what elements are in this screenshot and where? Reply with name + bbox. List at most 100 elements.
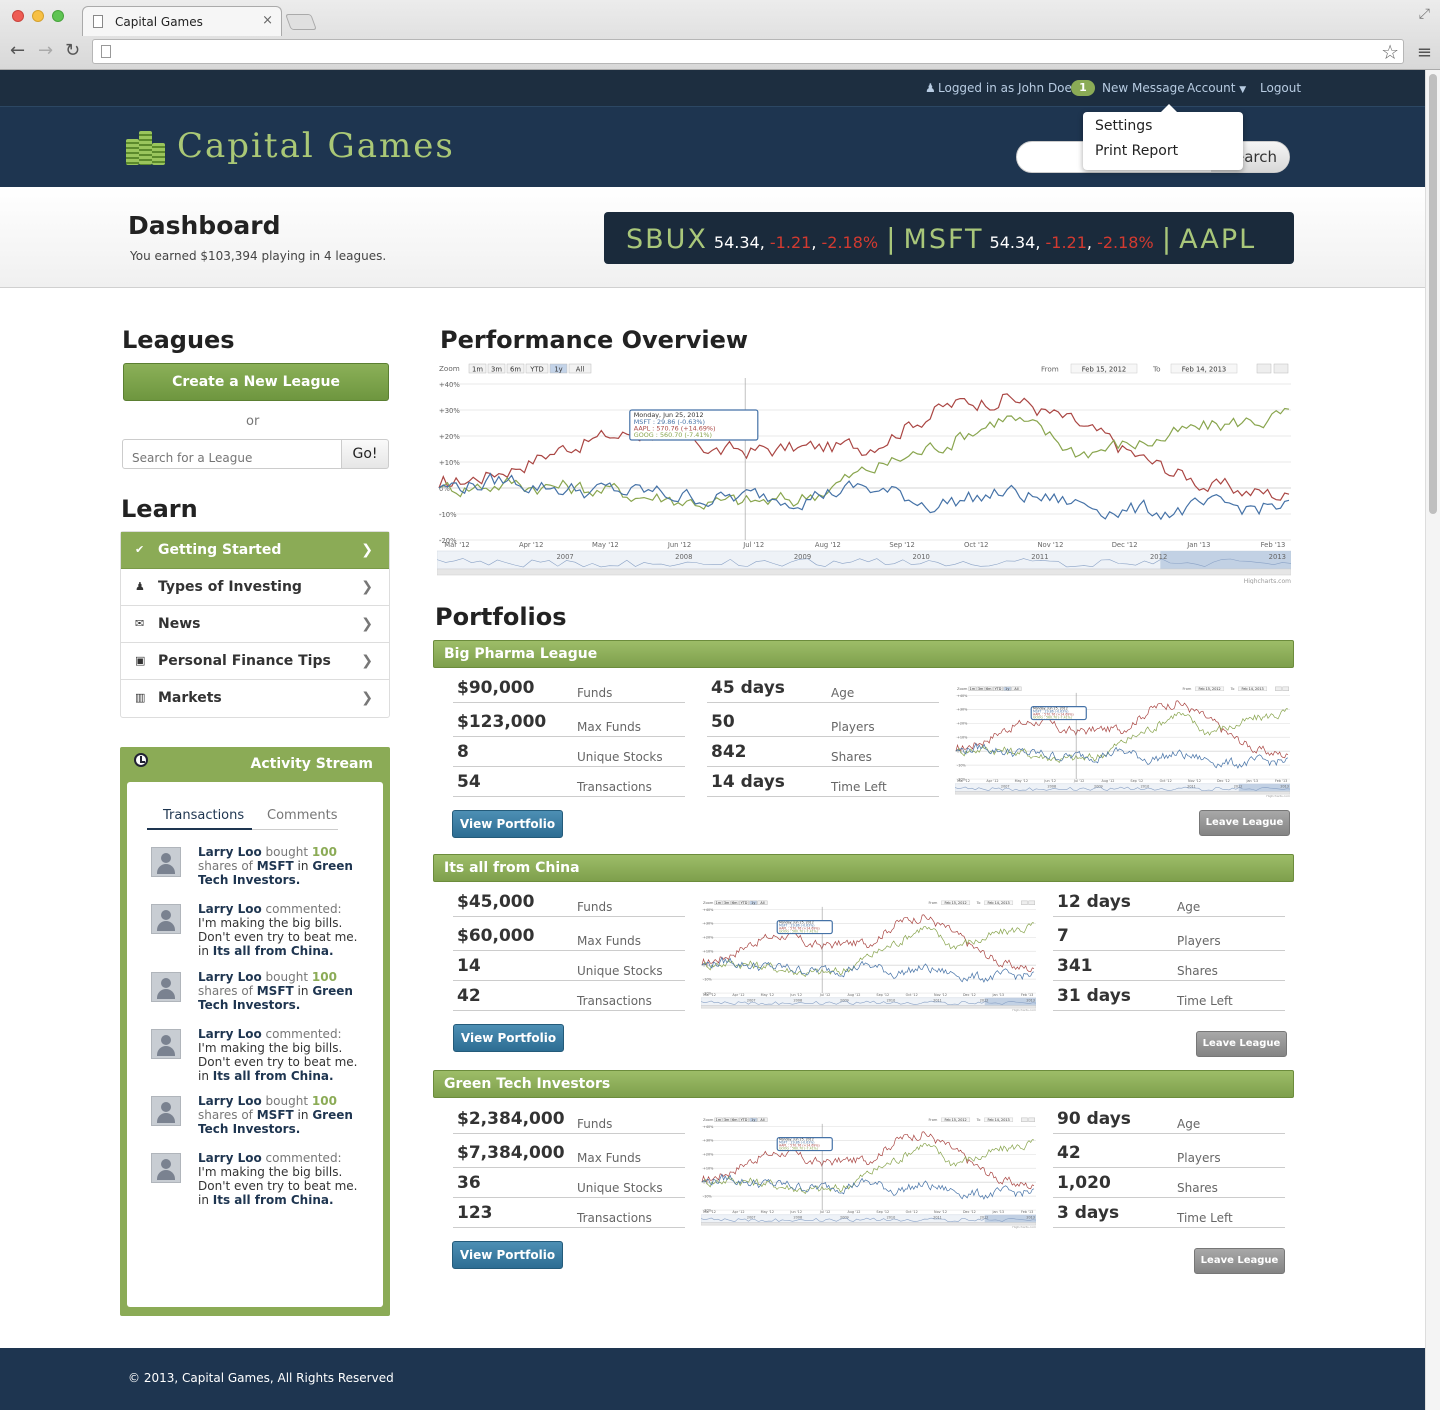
learn-item-markets[interactable]: ▥ Markets ❯ xyxy=(121,680,389,717)
x-tick-label: Feb '13 xyxy=(1021,993,1033,997)
portfolio-mini-chart[interactable]: Zoom 1m 3m 6m YTD 1y All From Feb 15, 2012 To Feb … xyxy=(701,900,1036,1012)
account-dropdown: Settings Print Report xyxy=(1083,104,1243,170)
to-label: To xyxy=(1230,687,1235,691)
activity-text-part: in xyxy=(297,859,309,873)
avatar[interactable] xyxy=(151,904,181,934)
to-date: Feb 14, 2013 xyxy=(987,901,1009,905)
activity-league-link[interactable]: Its all from China. xyxy=(213,1069,334,1083)
learn-item-news[interactable]: ✉ News ❯ xyxy=(121,606,389,643)
page-scrollbar[interactable] xyxy=(1425,70,1440,1410)
user-icon: ♟ xyxy=(925,81,936,95)
zoom-button-label: 1m xyxy=(716,1118,722,1122)
forward-icon[interactable]: → xyxy=(38,40,53,61)
activity-league-link[interactable]: Its all from China. xyxy=(213,1193,334,1207)
stat-value: 50 xyxy=(711,712,735,732)
stat-players: 42 Players xyxy=(1053,1138,1285,1168)
portfolio-title-bar[interactable]: Green Tech Investors xyxy=(433,1070,1294,1098)
export-chart-icon[interactable] xyxy=(1028,900,1035,905)
leave-league-button[interactable]: Leave League xyxy=(1199,810,1290,836)
view-portfolio-button[interactable]: View Portfolio xyxy=(453,1024,564,1052)
go-button[interactable]: Go! xyxy=(341,439,389,469)
leave-league-button[interactable]: Leave League xyxy=(1196,1031,1287,1057)
address-bar[interactable]: ☆ xyxy=(92,39,1404,64)
activity-verb: commented: xyxy=(265,1027,342,1041)
leave-league-button[interactable]: Leave League xyxy=(1194,1248,1285,1274)
league-search-input[interactable] xyxy=(122,439,342,469)
print-chart-icon[interactable] xyxy=(1275,686,1282,691)
scrollbar-thumb[interactable] xyxy=(1429,74,1437,514)
learn-item-getting-started[interactable]: ✔ Getting Started ❯ xyxy=(121,532,389,569)
activity-user-link[interactable]: Larry Loo xyxy=(198,970,262,984)
activity-text: Larry Loo commented: I'm making the big … xyxy=(198,902,368,958)
navigator-label: 2009 xyxy=(794,553,811,561)
tab-close-icon[interactable]: × xyxy=(262,13,273,28)
portfolio-title-bar[interactable]: Big Pharma League xyxy=(433,640,1294,668)
zoom-button-label: YTD xyxy=(741,901,748,905)
stat-funds: $45,000 Funds xyxy=(453,887,685,917)
tab-comments[interactable]: Comments xyxy=(267,808,337,823)
learn-item-types-of-investing[interactable]: ♟ Types of Investing ❯ xyxy=(121,569,389,606)
portfolio-title-bar[interactable]: Its all from China xyxy=(433,854,1294,882)
activity-user-link[interactable]: Larry Loo xyxy=(198,902,262,916)
print-chart-icon[interactable] xyxy=(1256,363,1272,374)
settings-menu-item[interactable]: Settings xyxy=(1095,118,1152,134)
avatar[interactable] xyxy=(151,1096,181,1126)
portfolio-mini-chart[interactable]: Zoom 1m 3m 6m YTD 1y All From Feb 15, 2012 To Feb … xyxy=(701,1117,1036,1229)
stat-max-funds: $7,384,000 Max Funds xyxy=(453,1138,685,1168)
activity-user-link[interactable]: Larry Loo xyxy=(198,1027,262,1041)
print-chart-icon[interactable] xyxy=(1021,1117,1028,1122)
browser-tab[interactable]: Capital Games × xyxy=(82,6,282,36)
learn-item-label: Types of Investing xyxy=(158,579,302,595)
tab-transactions[interactable]: Transactions xyxy=(163,808,244,823)
learn-item-personal-finance-tips[interactable]: ▣ Personal Finance Tips ❯ xyxy=(121,643,389,680)
logout-link[interactable]: Logout xyxy=(1260,81,1301,95)
x-tick-label: Oct '12 xyxy=(1160,779,1172,783)
maximize-window-icon[interactable] xyxy=(52,10,64,22)
activity-stock-link[interactable]: MSFT xyxy=(257,859,294,873)
avatar[interactable] xyxy=(151,1029,181,1059)
view-portfolio-button[interactable]: View Portfolio xyxy=(452,810,563,838)
bookmark-star-icon[interactable]: ☆ xyxy=(1381,40,1399,64)
new-message-link[interactable]: New Message xyxy=(1102,81,1185,95)
x-tick-label: Oct '12 xyxy=(964,541,988,549)
avatar[interactable] xyxy=(151,847,181,877)
activity-stock-link[interactable]: MSFT xyxy=(257,1108,294,1122)
stat-label: Max Funds xyxy=(577,1151,641,1165)
export-chart-icon[interactable] xyxy=(1028,1117,1035,1122)
close-window-icon[interactable] xyxy=(12,10,24,22)
activity-user-link[interactable]: Larry Loo xyxy=(198,845,262,859)
stat-label: Transactions xyxy=(577,780,652,794)
message-count-badge[interactable]: 1 xyxy=(1071,80,1095,96)
export-chart-icon[interactable] xyxy=(1273,363,1289,374)
view-portfolio-button[interactable]: View Portfolio xyxy=(452,1241,563,1269)
reload-icon[interactable]: ↻ xyxy=(65,40,80,61)
activity-stock-link[interactable]: MSFT xyxy=(257,984,294,998)
stat-value: $60,000 xyxy=(457,926,535,946)
logo-text[interactable]: Capital Games xyxy=(177,126,455,166)
back-icon[interactable]: ← xyxy=(10,40,25,61)
x-tick-label: Oct '12 xyxy=(906,993,918,997)
minimize-window-icon[interactable] xyxy=(32,10,44,22)
print-report-menu-item[interactable]: Print Report xyxy=(1095,143,1178,159)
activity-user-link[interactable]: Larry Loo xyxy=(198,1151,262,1165)
line-chart: Zoom 1m 3m 6m YTD 1y All From Feb 15, 2012 To Feb … xyxy=(701,1117,1036,1229)
y-tick-label: +10% xyxy=(439,459,460,467)
activity-user-link[interactable]: Larry Loo xyxy=(198,1094,262,1108)
portfolio-mini-chart[interactable]: Zoom 1m 3m 6m YTD 1y All From Feb 15, 2012 To Feb … xyxy=(955,686,1290,798)
account-menu[interactable]: Account ▼ xyxy=(1187,81,1246,95)
x-tick-label: Apr '12 xyxy=(986,779,998,783)
x-tick-label: Jan '13 xyxy=(991,993,1004,997)
stat-value: 42 xyxy=(1057,1143,1081,1163)
create-league-button[interactable]: Create a New League xyxy=(123,363,389,401)
avatar[interactable] xyxy=(151,972,181,1002)
avatar[interactable] xyxy=(151,1153,181,1183)
browser-menu-icon[interactable]: ≡ xyxy=(1417,42,1432,63)
fullscreen-icon[interactable]: ⤢ xyxy=(1419,6,1430,22)
new-tab-button[interactable] xyxy=(285,14,317,30)
stat-transactions: 54 Transactions xyxy=(453,767,685,797)
performance-chart[interactable]: Zoom 1m 3m 6m YTD 1y All From Feb 15, 2012 To Feb … xyxy=(437,362,1291,584)
x-tick-label: Jul '12 xyxy=(742,541,764,549)
export-chart-icon[interactable] xyxy=(1282,686,1289,691)
activity-league-link[interactable]: Its all from China. xyxy=(213,944,334,958)
print-chart-icon[interactable] xyxy=(1021,900,1028,905)
